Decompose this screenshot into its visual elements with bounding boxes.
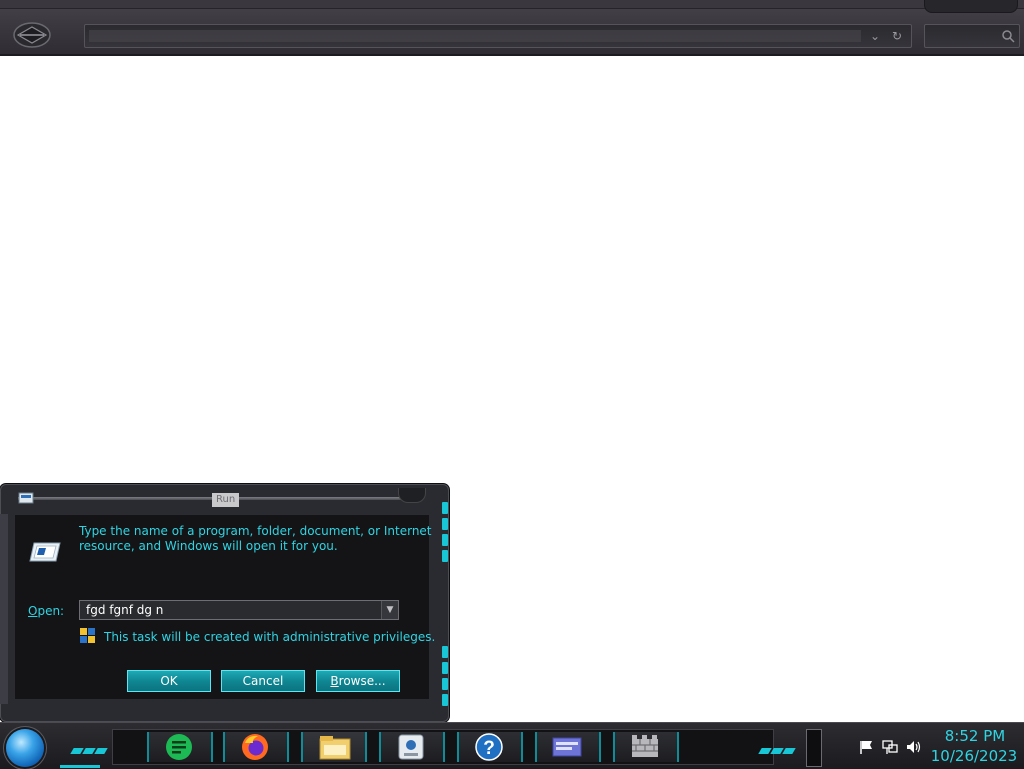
- frame-accent: [442, 518, 448, 530]
- open-label-text: pen:: [37, 604, 65, 618]
- taskbar-control-panel[interactable]: [379, 732, 445, 762]
- clock-date[interactable]: 10/26/2023: [928, 747, 1020, 765]
- window-controls-tab[interactable]: [924, 0, 1018, 13]
- browse-label-text: rowse...: [338, 674, 386, 688]
- description-line-1: Type the name of a program, folder, docu…: [79, 524, 432, 538]
- open-input[interactable]: fgd fgnf dg n: [86, 603, 163, 617]
- help-icon[interactable]: ?: [474, 733, 504, 761]
- frame-accent: [442, 662, 448, 674]
- search-box[interactable]: [924, 24, 1020, 48]
- address-bar[interactable]: ⌄ ↻: [84, 24, 912, 48]
- dialog-left-frame: [0, 514, 8, 704]
- dialog-title: Run: [212, 493, 240, 507]
- browse-button[interactable]: Browse...: [316, 670, 400, 692]
- browse-accelerator: B: [330, 674, 339, 688]
- firefox-icon[interactable]: [240, 733, 270, 761]
- svg-text:?: ?: [483, 738, 495, 759]
- frame-accent: [442, 502, 448, 514]
- chevron-down-icon[interactable]: ▼: [381, 601, 398, 619]
- address-text-area[interactable]: [89, 30, 861, 42]
- ok-button[interactable]: OK: [127, 670, 211, 692]
- firewall-icon[interactable]: [630, 733, 660, 761]
- taskbar-spotify[interactable]: [147, 732, 213, 762]
- taskbar-accent-right: [758, 739, 808, 754]
- show-desktop-button[interactable]: [806, 729, 822, 767]
- start-button[interactable]: [6, 729, 44, 767]
- run-small-icon: [18, 492, 34, 504]
- frame-accent: [442, 678, 448, 690]
- taskbar-display-settings[interactable]: [535, 732, 601, 762]
- uac-shield-icon: [80, 628, 95, 643]
- admin-privileges-note: This task will be created with administr…: [104, 630, 436, 644]
- taskbar-apps: ?: [112, 729, 774, 765]
- file-explorer-icon[interactable]: [318, 733, 352, 761]
- taskbar-file-explorer[interactable]: [301, 732, 367, 762]
- taskbar-firewall[interactable]: [613, 732, 679, 762]
- description-line-2: resource, and Windows will open it for y…: [79, 539, 338, 553]
- dialog-content: Type the name of a program, folder, docu…: [14, 514, 435, 700]
- taskbar-firefox[interactable]: [223, 732, 289, 762]
- frame-accent: [442, 694, 448, 706]
- frame-accent: [442, 550, 448, 562]
- run-dialog: Run Type the name of a program, folder, …: [0, 484, 449, 722]
- dialog-right-frame: [434, 496, 449, 716]
- taskbar-help[interactable]: ?: [457, 732, 523, 762]
- spotify-icon[interactable]: [164, 733, 194, 761]
- address-dropdown-icon[interactable]: ⌄: [867, 27, 883, 45]
- close-button[interactable]: [398, 488, 426, 503]
- network-icon[interactable]: [882, 739, 898, 755]
- toolbar-top-strip: [0, 0, 1024, 9]
- run-program-icon: [29, 542, 61, 562]
- frame-accent: [442, 646, 448, 658]
- flag-icon[interactable]: [858, 739, 874, 755]
- frame-accent: [442, 534, 448, 546]
- browser-toolbar: ⌄ ↻: [0, 0, 1024, 56]
- search-icon[interactable]: [1001, 29, 1015, 43]
- open-combobox[interactable]: fgd fgnf dg n ▼: [79, 600, 399, 620]
- back-nav-icon[interactable]: [12, 20, 52, 50]
- clock-time[interactable]: 8:52 PM: [932, 727, 1018, 745]
- taskbar: ? 8:52 PM 10/26/2023: [0, 722, 1024, 769]
- display-settings-icon[interactable]: [552, 733, 582, 761]
- open-label: Open:: [28, 604, 64, 618]
- refresh-icon[interactable]: ↻: [889, 27, 905, 45]
- dialog-titlebar[interactable]: Run: [6, 488, 436, 510]
- volume-icon[interactable]: [905, 739, 921, 755]
- cancel-button[interactable]: Cancel: [221, 670, 305, 692]
- control-panel-icon[interactable]: [396, 733, 426, 761]
